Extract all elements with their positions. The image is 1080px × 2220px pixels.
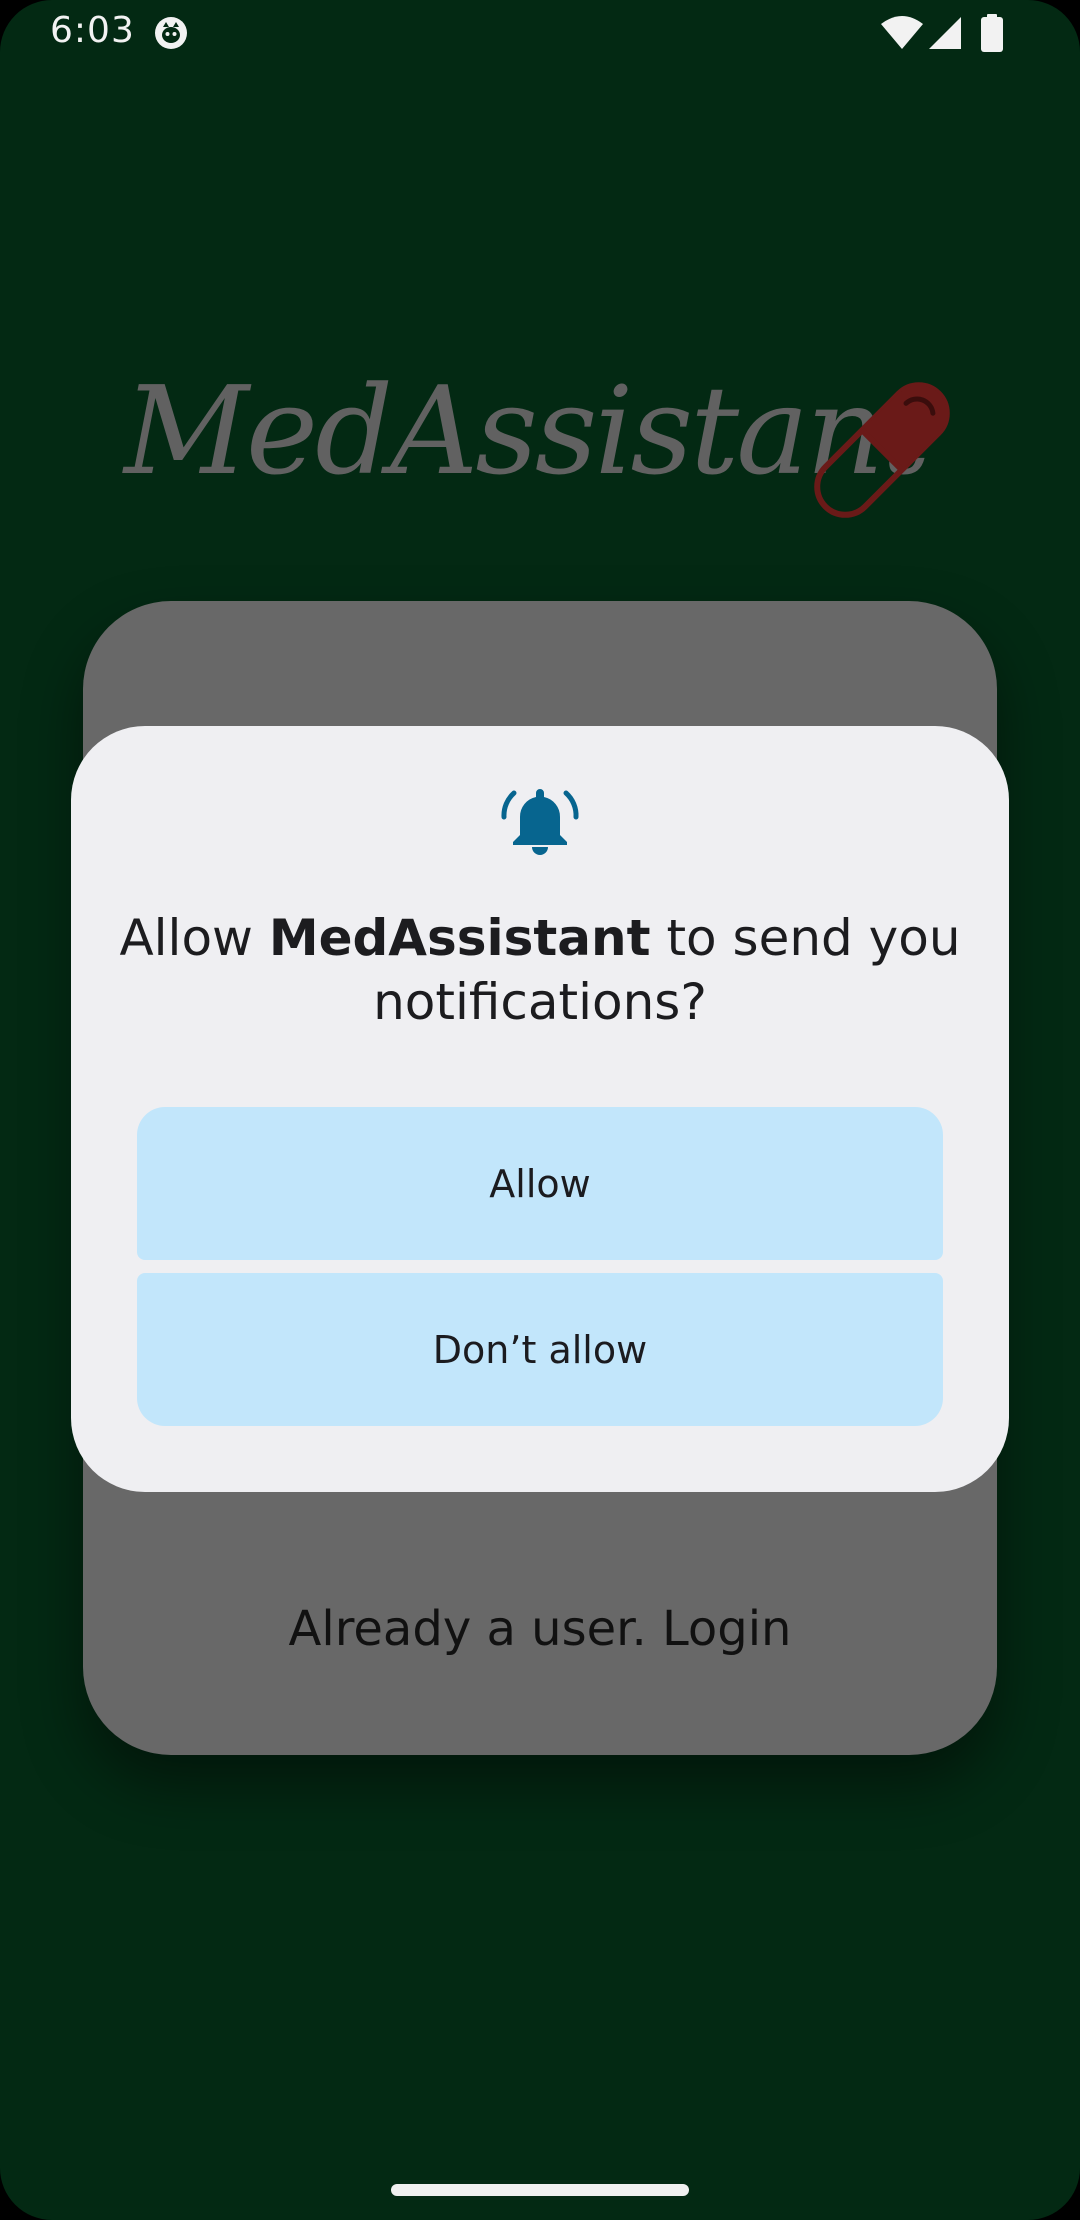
signal-icon — [929, 17, 961, 49]
login-link[interactable]: Already a user. Login — [83, 1601, 997, 1657]
battery-icon — [981, 14, 1003, 52]
dont-allow-button[interactable]: Don’t allow — [137, 1273, 943, 1426]
status-time: 6:03 — [50, 10, 135, 51]
allow-button[interactable]: Allow — [137, 1107, 943, 1260]
dialog-title-app-name: MedAssistant — [268, 909, 651, 967]
screen: 6:03 MedAssistant Already a user. Login … — [0, 0, 1080, 2220]
notification-permission-dialog: Allow MedAssistant to send you notificat… — [71, 726, 1009, 1492]
bell-icon — [501, 789, 579, 855]
app-logo-text: MedAssistant — [124, 360, 931, 502]
wifi-icon — [881, 16, 923, 49]
dont-allow-button-label: Don’t allow — [432, 1327, 648, 1372]
pill-icon — [814, 382, 950, 518]
allow-button-label: Allow — [489, 1161, 591, 1206]
app-notification-icon — [155, 17, 187, 49]
dialog-title-prefix: Allow — [119, 909, 269, 967]
navigation-handle[interactable] — [391, 2184, 689, 2196]
status-bar: 6:03 — [0, 0, 1080, 66]
dialog-title: Allow MedAssistant to send you notificat… — [111, 906, 969, 1034]
